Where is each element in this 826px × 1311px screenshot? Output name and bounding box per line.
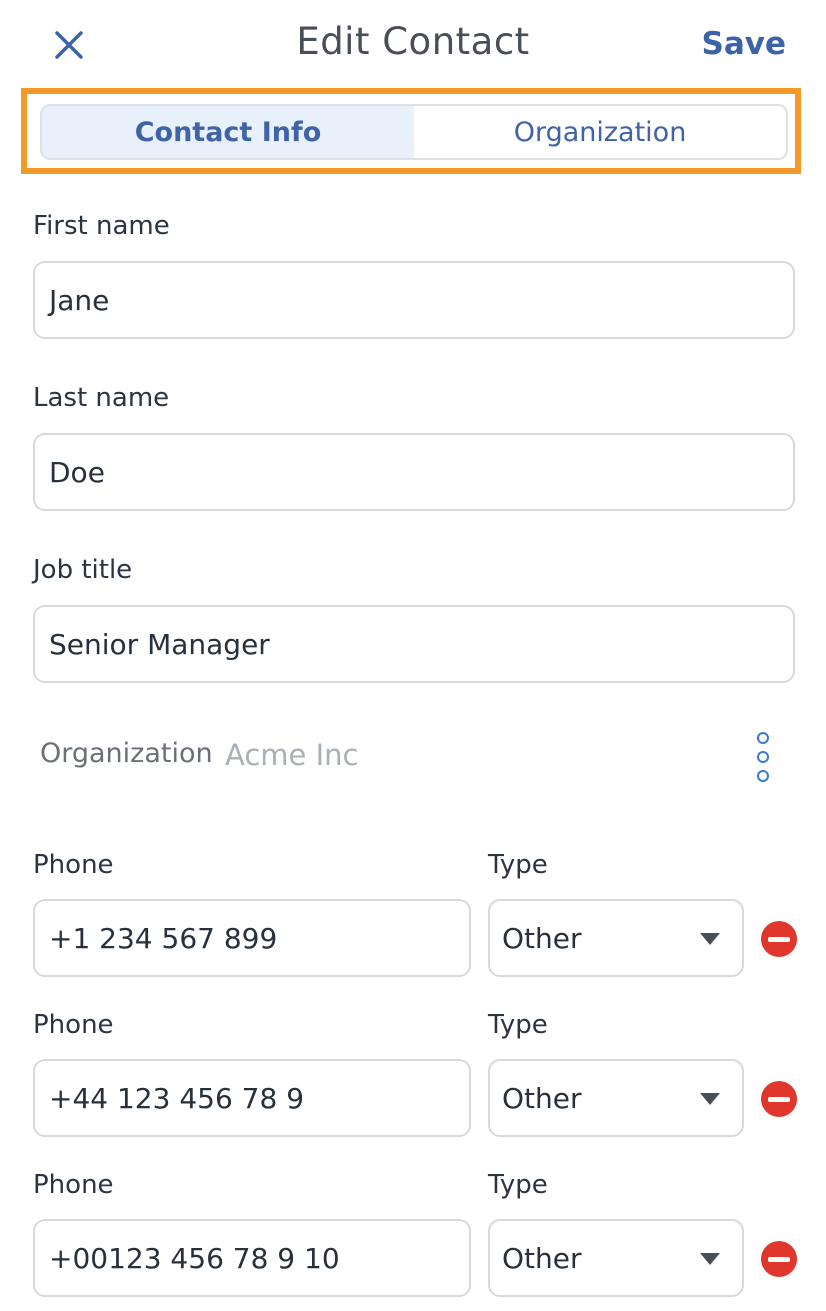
type-label: Type <box>488 850 548 880</box>
phone-field[interactable]: +44 123 456 78 9 <box>33 1059 471 1137</box>
phone-label: Phone <box>33 1170 114 1200</box>
phone-type-value: Other <box>502 1241 582 1275</box>
more-icon <box>757 732 769 744</box>
minus-icon <box>768 1096 790 1102</box>
remove-phone-button[interactable] <box>761 1081 797 1117</box>
dropdown-arrow-icon <box>700 933 720 945</box>
last-name-value: Doe <box>49 455 105 489</box>
type-label: Type <box>488 1170 548 1200</box>
job-title-label: Job title <box>33 555 133 585</box>
phone-field[interactable]: +00123 456 78 9 10 <box>33 1219 471 1297</box>
phone-label: Phone <box>33 850 114 880</box>
phone-type-select[interactable]: Other <box>488 899 744 977</box>
dropdown-arrow-icon <box>700 1253 720 1265</box>
phone-type-value: Other <box>502 921 582 955</box>
last-name-label: Last name <box>33 383 170 413</box>
phone-value: +1 234 567 899 <box>49 921 278 955</box>
tab-bar: Contact Info Organization <box>40 104 788 160</box>
phone-field[interactable]: +1 234 567 899 <box>33 899 471 977</box>
header: Edit Contact Save <box>0 0 826 88</box>
phone-value: +00123 456 78 9 10 <box>49 1241 340 1275</box>
remove-phone-button[interactable] <box>761 1241 797 1277</box>
dropdown-arrow-icon <box>700 1093 720 1105</box>
tab-organization[interactable]: Organization <box>414 106 786 158</box>
organization-more-button[interactable] <box>750 732 776 782</box>
minus-icon <box>768 1256 790 1262</box>
job-title-field[interactable]: Senior Manager <box>33 605 795 683</box>
organization-label: Organization <box>40 738 213 769</box>
first-name-field[interactable]: Jane <box>33 261 795 339</box>
first-name-value: Jane <box>49 283 110 317</box>
type-label: Type <box>488 1010 548 1040</box>
phone-value: +44 123 456 78 9 <box>49 1081 305 1115</box>
job-title-value: Senior Manager <box>49 627 270 661</box>
organization-value[interactable]: Acme Inc <box>225 738 358 772</box>
minus-icon <box>768 936 790 942</box>
phone-type-select[interactable]: Other <box>488 1059 744 1137</box>
save-button[interactable]: Save <box>702 26 786 62</box>
remove-phone-button[interactable] <box>761 921 797 957</box>
phone-type-select[interactable]: Other <box>488 1219 744 1297</box>
first-name-label: First name <box>33 211 170 241</box>
tab-contact-info[interactable]: Contact Info <box>42 106 414 158</box>
phone-type-value: Other <box>502 1081 582 1115</box>
phone-label: Phone <box>33 1010 114 1040</box>
last-name-field[interactable]: Doe <box>33 433 795 511</box>
